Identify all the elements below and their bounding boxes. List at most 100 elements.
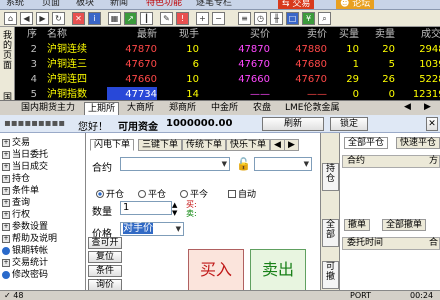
tab-lme[interactable]: LME伦敦金属 (282, 102, 342, 115)
tabs-scroll-right-icon[interactable]: ▶ (284, 139, 299, 151)
menu-news[interactable]: 新闻 (110, 0, 128, 9)
header-last[interactable]: 最新 (107, 27, 157, 42)
scroll-left-icon[interactable]: ◀ (404, 102, 411, 112)
qty-stepper-icon[interactable]: ▲ ▼ (172, 201, 177, 217)
reset-button[interactable]: 复位 (88, 251, 122, 263)
header-name[interactable]: 名称 (47, 27, 107, 42)
header-ask[interactable]: 卖价 (277, 27, 327, 42)
table-row[interactable]: 3 沪铜连三 47670 6 47670 47680 1 5 10398 (15, 57, 440, 72)
position-tab[interactable]: 持仓 (322, 163, 339, 191)
qty-input[interactable]: 1 (120, 201, 172, 215)
cancel-order-button[interactable]: 撤单 (344, 219, 371, 231)
tree-item-exercise[interactable]: + 行权 (2, 211, 30, 220)
tab-domestic-main[interactable]: 国内期货主力 (18, 102, 78, 115)
tab-shfe[interactable]: 上期所 (84, 102, 120, 115)
search-icon[interactable]: ⌕ (318, 12, 331, 25)
close-radio[interactable]: 平仓 (138, 187, 166, 200)
menu-page[interactable]: 页面 (42, 0, 60, 9)
tree-item-fills[interactable]: + 当日成交 (2, 163, 48, 172)
all-tab[interactable]: 全部 (322, 219, 339, 247)
sell-button[interactable]: 卖出 (250, 249, 306, 291)
header-bidq[interactable]: 买量 (333, 27, 359, 42)
expand-icon[interactable]: + (2, 175, 10, 183)
window-icon[interactable]: □ (286, 12, 299, 25)
header-bid[interactable]: 买价 (215, 27, 270, 42)
expand-icon[interactable]: + (2, 163, 10, 171)
tab-three-key-order[interactable]: 三键下单 (138, 139, 183, 151)
zoom-in-icon[interactable]: + (196, 12, 209, 25)
info-icon[interactable]: i (88, 12, 101, 25)
grid-icon[interactable]: ▦ (108, 12, 121, 25)
tree-item-conditional[interactable]: + 条件单 (2, 187, 39, 196)
candle-icon[interactable]: ╫ (270, 12, 283, 25)
minute-icon[interactable]: ◷ (254, 12, 267, 25)
tab-czce[interactable]: 郑商所 (166, 102, 199, 115)
query-available-button[interactable]: 查可开 (88, 237, 122, 249)
list-icon[interactable]: ≡ (238, 12, 251, 25)
expand-icon[interactable]: + (2, 199, 10, 207)
contract-extra-select[interactable] (254, 157, 312, 171)
expand-icon[interactable]: + (2, 139, 10, 147)
col-contract[interactable]: 合约 (347, 156, 365, 167)
tree-item-orders[interactable]: + 当日委托 (2, 151, 48, 160)
open-radio[interactable]: 开仓 (96, 187, 124, 200)
tab-classic-order[interactable]: 传统下单 (182, 139, 227, 151)
menu-features[interactable]: 特色功能 (146, 0, 182, 9)
quick-close-button[interactable]: 快速平仓 (396, 137, 440, 149)
buy-button[interactable]: 买入 (188, 249, 244, 291)
auto-checkbox[interactable]: 自动 (228, 187, 256, 200)
back-icon[interactable]: ◀ (20, 12, 33, 25)
chart-icon[interactable]: ↗ (124, 12, 137, 25)
side-strip-top-3[interactable]: 面 (2, 61, 13, 71)
zoom-out-icon[interactable]: − (212, 12, 225, 25)
pen-icon[interactable]: ✎ (160, 12, 173, 25)
table-row[interactable]: 2 沪铜连续 47870 10 47870 47880 10 20 29482 (15, 42, 440, 57)
expand-icon[interactable]: + (2, 151, 10, 159)
lock-button[interactable]: 锁定 (330, 117, 368, 131)
expand-icon[interactable]: + (2, 259, 10, 267)
tab-happy-order[interactable]: 快乐下单 (226, 139, 271, 151)
tabs-scroll-left-icon[interactable]: ◀ (270, 139, 285, 151)
tree-item-query[interactable]: + 查询 (2, 199, 30, 208)
forum-menu-button[interactable]: ☻ 论坛 (336, 0, 375, 9)
refresh-button[interactable]: 刷新 (262, 117, 324, 131)
refresh-icon[interactable]: ↻ (52, 12, 65, 25)
trade-menu-button[interactable]: ⇆ 交易 (278, 0, 315, 9)
expand-icon[interactable]: + (2, 223, 10, 231)
condition-button[interactable]: 条件 (88, 265, 122, 277)
kline-icon[interactable]: ┃ (140, 12, 153, 25)
menu-sector[interactable]: 板块 (76, 0, 94, 9)
tab-cffex[interactable]: 中金所 (208, 102, 241, 115)
alert-icon[interactable]: ! (176, 12, 189, 25)
col-contract-2[interactable]: 合 (429, 238, 438, 249)
header-askq[interactable]: 卖量 (367, 27, 395, 42)
forward-icon[interactable]: ▶ (36, 12, 49, 25)
tree-item-password[interactable]: 修改密码 (2, 271, 48, 280)
header-vol[interactable]: 现手 (159, 27, 199, 42)
side-strip-top-2[interactable]: 页 (2, 51, 13, 61)
tree-item-trade[interactable]: + 交易 (2, 139, 30, 148)
header-seq[interactable]: 序 (19, 27, 37, 42)
tree-item-help[interactable]: + 帮助及说明 (2, 235, 57, 244)
price-select[interactable]: 对手价 (120, 222, 184, 236)
tree-item-settings[interactable]: + 参数设置 (2, 223, 48, 232)
contract-select[interactable] (120, 157, 230, 171)
expand-icon[interactable]: + (2, 211, 10, 219)
expand-icon[interactable]: + (2, 235, 10, 243)
tab-dce[interactable]: 大商所 (124, 102, 157, 115)
header-total[interactable]: 成交量 (401, 27, 440, 42)
close-all-button[interactable]: 全部平仓 (344, 137, 389, 149)
tab-flash-order[interactable]: 闪电下单 (90, 139, 135, 151)
scroll-right-icon[interactable]: ▶ (424, 102, 431, 112)
tab-external[interactable]: 农盘 (250, 102, 274, 115)
tree-item-position[interactable]: + 持仓 (2, 175, 30, 184)
tree-item-transfer[interactable]: 银期转帐 (2, 247, 48, 256)
expand-icon[interactable]: + (2, 187, 10, 195)
table-row[interactable]: 4 沪铜连四 47660 10 47660 47670 29 26 52288 (15, 72, 440, 87)
col-direction[interactable]: 方 (429, 156, 438, 167)
stop-icon[interactable]: ✕ (72, 12, 85, 25)
home-icon[interactable]: ⌂ (4, 12, 17, 25)
close-icon[interactable]: ✕ (426, 117, 438, 131)
menu-system[interactable]: 系统 (6, 0, 24, 9)
cancelable-tab[interactable]: 可撤 (322, 261, 339, 289)
